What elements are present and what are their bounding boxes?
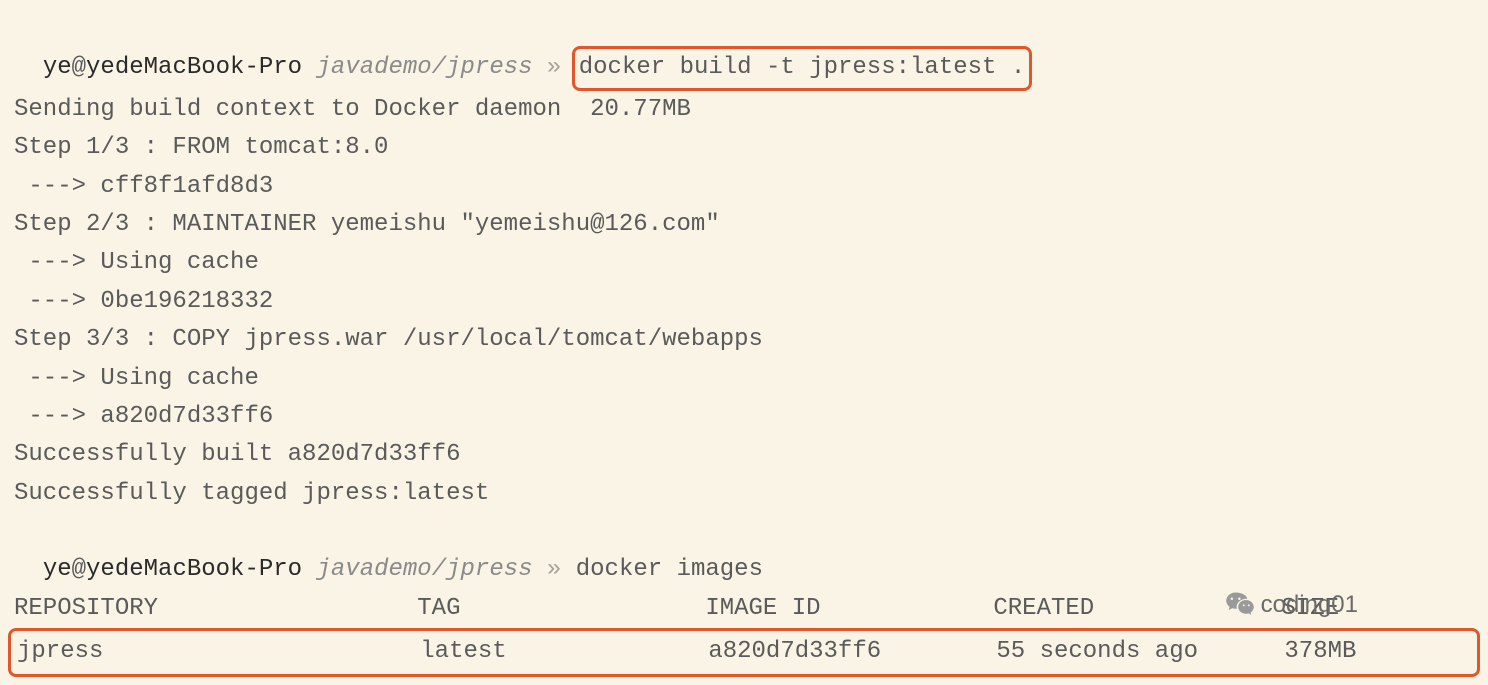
prompt-separator: » (533, 556, 576, 583)
output-line: Sending build context to Docker daemon 2… (14, 91, 1474, 129)
prompt-user: ye (43, 54, 72, 81)
output-line: ---> a820d7d33ff6 (14, 398, 1474, 436)
output-line: Step 3/3 : COPY jpress.war /usr/local/to… (14, 321, 1474, 359)
prompt-path: javademo/jpress (316, 54, 532, 81)
prompt-line-1: ye@yedeMacBook-Pro javademo/jpress » doc… (14, 8, 1474, 91)
output-line: Successfully tagged jpress:latest (14, 475, 1474, 513)
command-text[interactable]: docker images (576, 556, 763, 583)
watermark-text: coding01 (1261, 586, 1358, 624)
watermark: coding01 (1225, 586, 1358, 624)
prompt-separator: » (533, 54, 576, 81)
table-row-highlight: jpress latest a820d7d33ff6 55 seconds ag… (8, 628, 1480, 676)
prompt-host: yedeMacBook-Pro (86, 556, 302, 583)
output-line: Step 2/3 : MAINTAINER yemeishu "yemeishu… (14, 206, 1474, 244)
wechat-icon (1225, 590, 1255, 620)
prompt-line-2: ye@yedeMacBook-Pro javademo/jpress » doc… (14, 513, 1474, 590)
table-row: jpress latest a820d7d33ff6 55 seconds ag… (17, 633, 1471, 671)
command-highlight: docker build -t jpress:latest . (572, 46, 1032, 90)
prompt-user: ye (43, 556, 72, 583)
output-line: ---> Using cache (14, 244, 1474, 282)
prompt-path: javademo/jpress (316, 556, 532, 583)
output-line: ---> Using cache (14, 360, 1474, 398)
command-text[interactable]: docker build -t jpress:latest . (579, 54, 1025, 81)
prompt-host: yedeMacBook-Pro (86, 54, 302, 81)
prompt-at: @ (72, 556, 86, 583)
output-line: ---> cff8f1afd8d3 (14, 168, 1474, 206)
output-line: Step 1/3 : FROM tomcat:8.0 (14, 129, 1474, 167)
prompt-at: @ (72, 54, 86, 81)
output-line: ---> 0be196218332 (14, 283, 1474, 321)
output-line: Successfully built a820d7d33ff6 (14, 436, 1474, 474)
